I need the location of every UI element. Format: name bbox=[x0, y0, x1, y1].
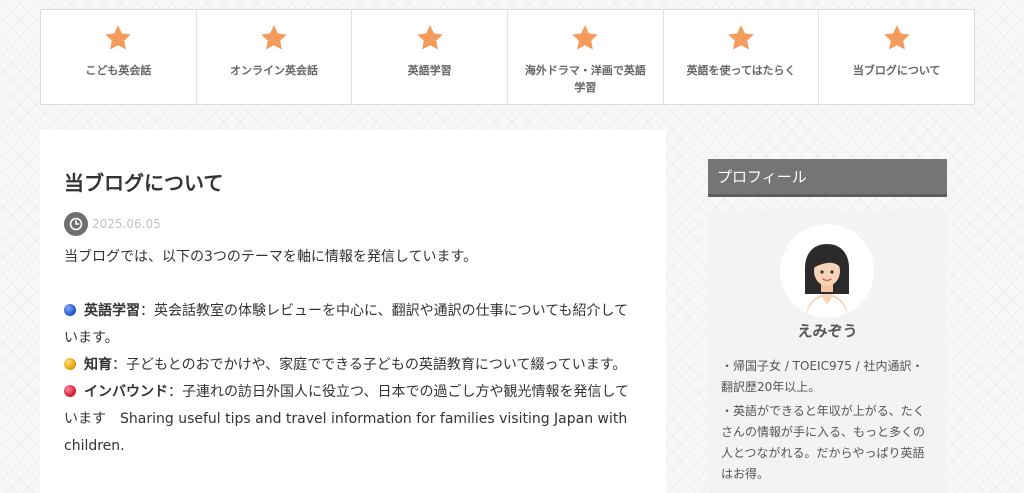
avatar bbox=[780, 224, 874, 318]
blue-circle-icon bbox=[64, 304, 76, 316]
nav-item-online-eikaiwa[interactable]: オンライン英会話 bbox=[197, 10, 353, 104]
theme-inbound: インバウンド：子連れの訪日外国人に役立つ、日本での過ごし方や観光情報を発信してい… bbox=[64, 379, 642, 460]
nav-item-drama-movies[interactable]: 海外ドラマ・洋画で英語学習 bbox=[508, 10, 664, 104]
nav-item-label: 海外ドラマ・洋画で英語学習 bbox=[524, 64, 646, 94]
category-nav: こども英会話 オンライン英会話 英語学習 海外ドラマ・洋画で英語学習 英語を使っ… bbox=[40, 9, 975, 105]
profile-heading: プロフィール bbox=[708, 159, 947, 197]
theme-english-study: 英語学習：英会話教室の体験レビューを中心に、翻訳や通訳の仕事についても紹介してい… bbox=[64, 298, 642, 352]
profile-bio: ・帰国子女 / TOEIC975 / 社内通訳・翻訳歴20年以上。 ・英語ができ… bbox=[721, 356, 935, 488]
star-icon bbox=[883, 25, 910, 50]
profile-name: えみぞう bbox=[797, 322, 858, 340]
red-circle-icon bbox=[64, 385, 76, 397]
theme-text: ：子どもとのおでかけや、家庭でできる子どもの英語教育について綴っています。 bbox=[112, 357, 627, 373]
post-date: 2025.06.05 bbox=[92, 217, 161, 231]
theme-keyword: 知育 bbox=[84, 357, 112, 373]
nav-item-label: 当ブログについて bbox=[852, 64, 941, 77]
nav-item-label: オンライン英会話 bbox=[230, 64, 318, 77]
star-icon bbox=[261, 25, 287, 50]
nav-item-english-study[interactable]: 英語学習 bbox=[352, 10, 509, 104]
profile-widget: えみぞう ・帰国子女 / TOEIC975 / 社内通訳・翻訳歴20年以上。 ・… bbox=[708, 210, 947, 493]
yellow-circle-icon bbox=[64, 358, 76, 370]
theme-keyword: インバウンド bbox=[84, 384, 168, 400]
nav-item-kids-eikaiwa[interactable]: こども英会話 bbox=[41, 10, 197, 104]
article-body: 当ブログでは、以下の3つのテーマを軸に情報を発信しています。 英語学習：英会話教… bbox=[64, 244, 642, 460]
nav-item-work-in-english[interactable]: 英語を使ってはたらく bbox=[664, 10, 820, 104]
theme-text: ：英会話教室の体験レビューを中心に、翻訳や通訳の仕事についても紹介しています。 bbox=[64, 303, 629, 346]
nav-item-label: 英語学習 bbox=[407, 64, 452, 77]
star-icon bbox=[728, 25, 754, 50]
post-date-row: 2025.06.05 bbox=[64, 212, 642, 236]
bio-line: ・英語ができると年収が上がる、たくさんの情報が手に入る、もっと多くの人とつながれ… bbox=[721, 404, 926, 481]
bio-line: ・帰国子女 / TOEIC975 / 社内通訳・翻訳歴20年以上。 bbox=[721, 359, 924, 394]
article: 当ブログについて 2025.06.05 当ブログでは、以下の3つのテーマを軸に情… bbox=[40, 130, 666, 493]
star-icon bbox=[416, 25, 443, 50]
theme-keyword: 英語学習 bbox=[84, 303, 140, 319]
theme-chiiku: 知育：子どもとのおでかけや、家庭でできる子どもの英語教育について綴っています。 bbox=[64, 352, 642, 379]
article-intro: 当ブログでは、以下の3つのテーマを軸に情報を発信しています。 bbox=[64, 249, 478, 265]
clock-icon bbox=[64, 212, 88, 236]
nav-item-label: 英語を使ってはたらく bbox=[686, 64, 796, 77]
nav-item-label: こども英会話 bbox=[85, 64, 152, 77]
star-icon bbox=[572, 25, 599, 50]
article-title: 当ブログについて bbox=[64, 171, 224, 195]
star-icon bbox=[105, 25, 132, 50]
nav-item-about-blog[interactable]: 当ブログについて bbox=[819, 10, 974, 104]
